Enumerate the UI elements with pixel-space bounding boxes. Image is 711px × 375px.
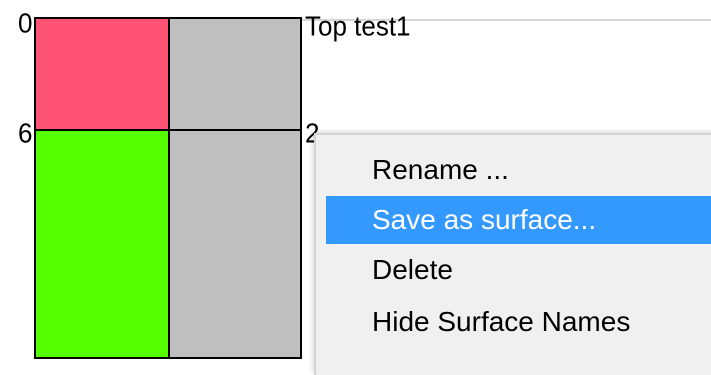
menu-item-save-as-surface-label: Save as surface... <box>372 204 597 235</box>
layer-cell-top-gray[interactable] <box>168 17 302 131</box>
layer-cell-top-colored[interactable] <box>34 17 170 131</box>
menu-item-rename[interactable]: Rename ... <box>326 146 711 194</box>
menu-item-delete[interactable]: Delete <box>326 246 711 294</box>
depth-label-mid: 6 <box>18 117 33 149</box>
menu-item-save-as-surface[interactable]: Save as surface... <box>326 196 711 244</box>
menu-item-delete-label: Delete <box>372 254 453 285</box>
depth-label-top: 0 <box>18 7 33 39</box>
surface-name-top[interactable]: Top test1 <box>305 12 411 39</box>
menu-item-rename-label: Rename ... <box>372 154 509 185</box>
layer-cell-bottom-colored[interactable] <box>34 129 170 359</box>
menu-item-hide-surface-names[interactable]: Hide Surface Names <box>326 298 711 346</box>
menu-item-hide-surface-names-label: Hide Surface Names <box>372 306 631 337</box>
layer-cell-bottom-gray[interactable] <box>168 129 302 359</box>
context-menu: Rename ... Save as surface... Delete Hid… <box>314 133 711 375</box>
